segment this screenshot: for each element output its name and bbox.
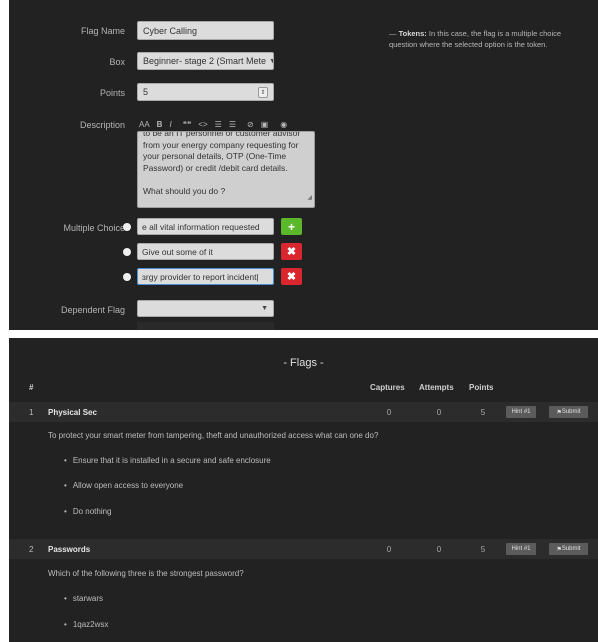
flag-number: 1 [29, 408, 34, 417]
flag-edit-form: Flag Name Cyber Calling Box Beginner- st… [9, 0, 598, 330]
delete-choice-button[interactable]: ✖ [281, 268, 302, 285]
header-points: Points [469, 383, 494, 392]
description-line: from your energy company requesting for [143, 139, 299, 150]
box-select-value: Beginner- stage 2 (Smart Mete [143, 56, 267, 66]
points-label: Points [99, 88, 125, 98]
image-icon[interactable]: ▣ [261, 120, 269, 129]
ordered-list-icon[interactable]: ☰ [229, 120, 236, 129]
dash-marker: — [389, 29, 397, 38]
hint-button[interactable]: Hint #1 [506, 406, 536, 418]
submit-button[interactable]: ⚑ Submit [549, 406, 588, 418]
description-line: your personal details, OTP (One-Time [143, 151, 287, 162]
flag-points: 5 [480, 545, 486, 554]
flag-attempts: 0 [436, 408, 442, 417]
flag-captures: 0 [386, 545, 392, 554]
points-input[interactable]: 5 ⇕ [137, 83, 274, 101]
dependent-flag-label: Dependent Flag [60, 305, 125, 315]
cut-off-field [137, 322, 274, 330]
preview-eye-icon[interactable]: ◉ [280, 120, 287, 129]
link-icon[interactable]: ⊘ [247, 120, 254, 129]
flag-points: 5 [480, 408, 486, 417]
choice-radio-1[interactable] [123, 223, 131, 231]
flag-name-label: Flag Name [80, 26, 125, 36]
tokens-title: Tokens: [398, 29, 427, 38]
box-label: Box [109, 57, 125, 67]
chevron-down-icon: ▼ [261, 305, 268, 312]
flag-option[interactable]: 1qaz2wsx [64, 620, 109, 629]
tokens-help-note: — Tokens: In this case, the flag is a mu… [389, 28, 589, 50]
dependent-flag-select[interactable]: ▼ [137, 300, 274, 317]
delete-choice-button[interactable]: ✖ [281, 243, 302, 260]
flag-option[interactable]: starwars [64, 594, 103, 603]
flag-question: To protect your smart meter from tamperi… [48, 431, 379, 440]
submit-label: Submit [561, 546, 581, 552]
stepper-icon[interactable]: ⇕ [258, 86, 268, 98]
choice-input-1[interactable]: e all vital information requested [137, 218, 274, 235]
editor-toolbar: AA B I ❝❝ <> ☰ ☰ ⊘ ▣ ◉ [139, 118, 287, 130]
box-select[interactable]: Beginner- stage 2 (Smart Mete ▼ [137, 52, 274, 70]
quote-icon[interactable]: ❝❝ [183, 120, 192, 129]
flag-name: Passwords [48, 545, 91, 554]
heading-icon[interactable]: AA [139, 120, 150, 129]
description-line: to be an IT personnel or customer adviso… [143, 131, 301, 138]
submit-label: Submit [561, 409, 581, 415]
flag-attempts: 0 [436, 545, 442, 554]
multiple-choice-label: Multiple Choice [63, 223, 125, 233]
add-choice-button[interactable]: + [281, 218, 302, 235]
header-captures: Captures [370, 383, 405, 392]
flag-row: 1 Physical Sec 0 0 5 Hint #1 ⚑ Submit [9, 402, 598, 422]
flag-option[interactable]: Do nothing [64, 507, 112, 516]
flag-name-input[interactable]: Cyber Calling [137, 21, 274, 40]
hint-button[interactable]: Hint #1 [506, 543, 536, 555]
resize-handle-icon[interactable]: ◢ [307, 193, 312, 205]
description-line [143, 174, 309, 186]
flag-question: Which of the following three is the stro… [48, 569, 244, 578]
header-attempts: Attempts [419, 383, 454, 392]
flag-name: Physical Sec [48, 408, 97, 417]
choice-radio-2[interactable] [123, 248, 131, 256]
unordered-list-icon[interactable]: ☰ [215, 120, 222, 129]
flag-captures: 0 [386, 408, 392, 417]
italic-icon[interactable]: I [169, 120, 171, 129]
bold-icon[interactable]: B [157, 120, 163, 129]
flag-row: 2 Passwords 0 0 5 Hint #1 ⚑ Submit [9, 539, 598, 559]
flags-list-panel: - Flags - # Captures Attempts Points 1 P… [9, 338, 598, 642]
description-line: Password) or credit /debit card details. [143, 162, 288, 173]
points-value: 5 [143, 87, 149, 97]
flag-option[interactable]: Ensure that it is installed in a secure … [64, 456, 271, 465]
choice-input-3[interactable]: ɜrgy provider to report incident| [137, 268, 274, 285]
description-line: What should you do ? [143, 185, 226, 196]
code-icon[interactable]: <> [198, 120, 207, 129]
description-label: Description [79, 120, 125, 130]
header-num: # [29, 383, 34, 392]
flag-number: 2 [29, 545, 34, 554]
choice-input-2[interactable]: Give out some of it [137, 243, 274, 260]
flags-title: - Flags - [283, 357, 324, 369]
choice-radio-3[interactable] [123, 273, 131, 281]
chevron-down-icon: ▼ [266, 58, 273, 65]
flag-option[interactable]: Allow open access to everyone [64, 481, 183, 490]
submit-button[interactable]: ⚑ Submit [549, 543, 588, 555]
description-textarea[interactable]: to be an IT personnel or customer adviso… [137, 131, 315, 208]
